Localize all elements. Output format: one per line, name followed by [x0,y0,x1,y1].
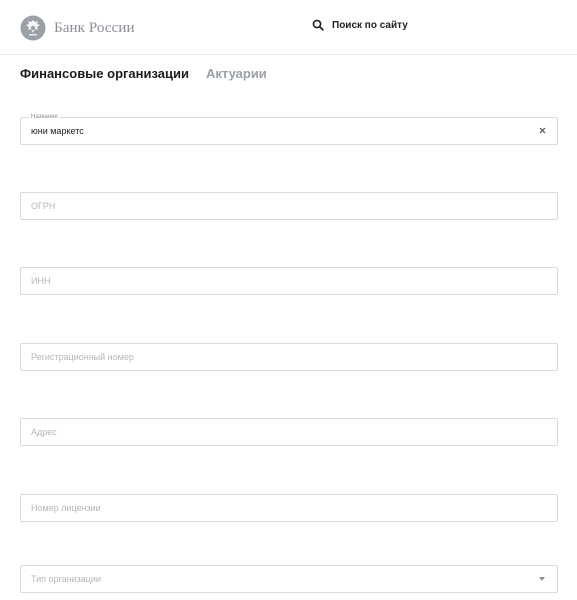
address-input[interactable] [31,419,531,445]
license-field [20,494,558,522]
search-icon [312,19,324,31]
name-field: Название [20,113,558,145]
address-field [20,418,558,446]
site-search-label: Поиск по сайту [332,19,408,31]
tab-actuaries[interactable]: Актуарии [206,66,267,81]
clear-icon[interactable] [538,126,547,135]
chevron-down-icon [539,577,545,581]
tabs: Финансовые организации Актуарии [20,66,267,81]
reg-number-field [20,343,558,371]
logo-text: Банк России [54,19,135,36]
bank-logo[interactable]: Банк России [20,14,135,42]
inn-field [20,267,558,295]
name-input[interactable] [31,118,531,144]
inn-input[interactable] [31,268,531,294]
ogrn-field [20,192,558,220]
org-type-select[interactable]: Тип организации [20,565,558,593]
tab-financial-organizations[interactable]: Финансовые организации [20,66,189,81]
reg-number-input[interactable] [31,344,531,370]
ogrn-input[interactable] [31,193,531,219]
org-type-placeholder: Тип организации [31,574,101,584]
site-search-button[interactable]: Поиск по сайту [312,19,408,31]
eagle-emblem-icon [20,15,46,41]
license-number-input[interactable] [31,495,531,521]
site-header: Банк России Поиск по сайту [0,0,577,55]
